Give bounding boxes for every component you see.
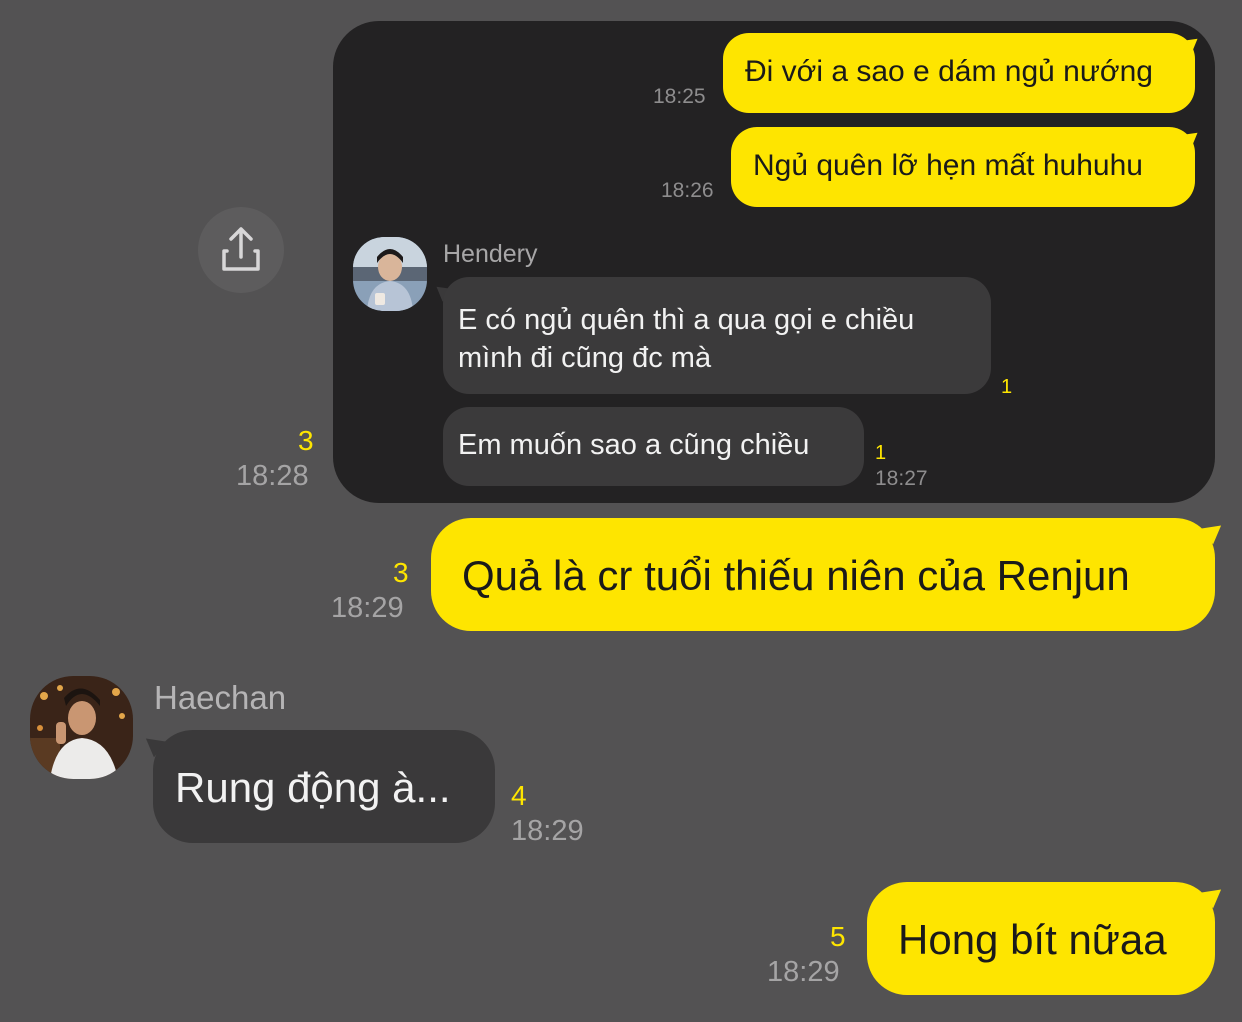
- share-button[interactable]: [198, 207, 284, 293]
- outgoing-message-bubble[interactable]: Đi với a sao e dám ngủ nướng: [723, 33, 1195, 113]
- incoming-message-bubble[interactable]: Rung động à...: [153, 730, 495, 843]
- sender-name: Hendery: [443, 240, 538, 268]
- unread-count: 1: [1001, 376, 1013, 398]
- unread-count: 3: [393, 557, 409, 588]
- message-text: Quả là cr tuổi thiếu niên của Renjun: [462, 552, 1130, 599]
- incoming-message-bubble[interactable]: E có ngủ quên thì a qua gọi e chiều mình…: [443, 277, 991, 394]
- message-text: Em muốn sao a cũng chiều: [458, 429, 810, 461]
- unread-count: 5: [830, 921, 846, 952]
- outgoing-message-bubble[interactable]: Ngủ quên lỡ hẹn mất huhuhu: [731, 127, 1195, 207]
- forward-timestamp: 18:28: [236, 460, 309, 492]
- message-time: 18:29: [511, 815, 584, 847]
- message-time: 18:29: [767, 956, 840, 988]
- avatar[interactable]: [353, 237, 427, 311]
- forward-unread-count: 3: [298, 425, 314, 456]
- message-time: 18:25: [653, 85, 706, 108]
- message-text: Rung động à...: [175, 764, 451, 811]
- incoming-message-bubble[interactable]: Em muốn sao a cũng chiều: [443, 407, 864, 486]
- message-text: Hong bít nữaa: [898, 916, 1167, 963]
- outgoing-message-bubble[interactable]: Hong bít nữaa: [867, 882, 1215, 995]
- unread-count: 1: [875, 442, 887, 464]
- unread-count: 4: [511, 780, 527, 811]
- message-text-line: E có ngủ quên thì a qua gọi e chiều: [458, 304, 915, 336]
- message-text-line: mình đi cũng đc mà: [458, 342, 712, 374]
- message-text: Đi với a sao e dám ngủ nướng: [745, 55, 1153, 88]
- message-time: 18:26: [661, 179, 714, 202]
- forwarded-message-card[interactable]: 18:25 Đi với a sao e dám ngủ nướng 18:26…: [333, 21, 1215, 503]
- avatar[interactable]: [30, 676, 133, 779]
- message-text: Ngủ quên lỡ hẹn mất huhuhu: [753, 149, 1143, 182]
- share-icon: [222, 227, 260, 271]
- outgoing-message-bubble[interactable]: Quả là cr tuổi thiếu niên của Renjun: [431, 518, 1215, 631]
- message-time: 18:29: [331, 592, 404, 624]
- message-time: 18:27: [875, 467, 928, 490]
- sender-name: Haechan: [154, 679, 287, 716]
